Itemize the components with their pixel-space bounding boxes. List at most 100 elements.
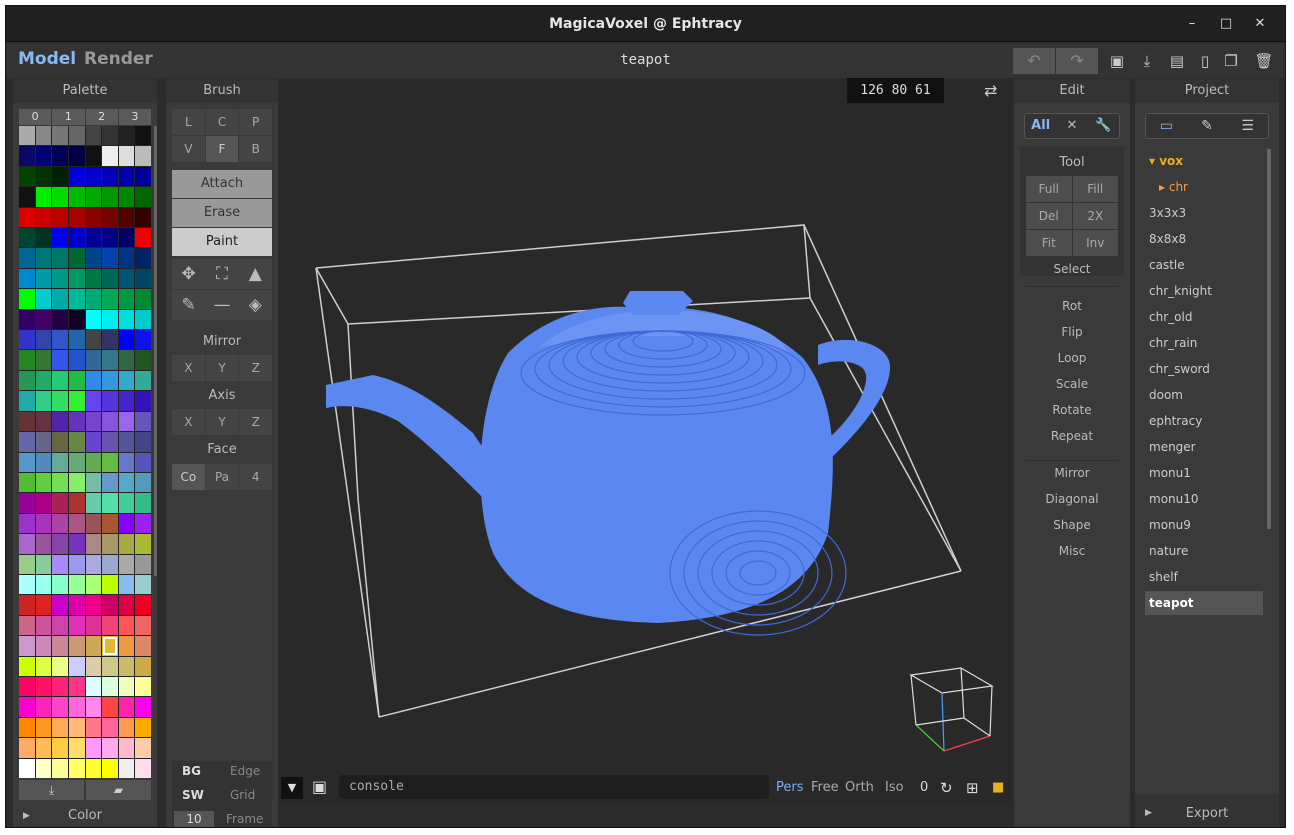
axis-z-button[interactable]: Z	[239, 409, 273, 435]
palette-swatch[interactable]	[52, 391, 68, 411]
palette-swatch[interactable]	[135, 207, 151, 228]
minimize-button[interactable]: –	[1175, 6, 1209, 42]
close-button[interactable]: ✕	[1243, 6, 1277, 42]
palette-swatch[interactable]	[19, 656, 35, 676]
palette-swatch[interactable]	[85, 411, 102, 432]
cube-icon[interactable]: ■	[992, 773, 1004, 803]
palette-swatch[interactable]	[118, 697, 135, 717]
palette-swatch[interactable]	[19, 309, 35, 330]
palette-swatch[interactable]	[135, 656, 151, 676]
palette-swatch[interactable]	[85, 534, 102, 554]
palette-swatch[interactable]	[102, 493, 118, 513]
palette-swatch[interactable]	[68, 289, 85, 309]
palette-swatch[interactable]	[35, 717, 52, 738]
palette-swatch[interactable]	[52, 452, 68, 472]
palette-swatch[interactable]	[35, 452, 52, 472]
export-button[interactable]: Export	[1135, 806, 1279, 821]
palette-swatch[interactable]	[35, 574, 52, 595]
palette-swatch[interactable]	[118, 289, 135, 309]
palette-swatch[interactable]	[19, 411, 35, 432]
palette-swatch[interactable]	[118, 207, 135, 228]
palette-page-3[interactable]: 3	[118, 109, 151, 125]
palette-swatch[interactable]	[68, 554, 85, 574]
palette-swatch[interactable]	[35, 207, 52, 228]
palette-swatch[interactable]	[52, 513, 68, 534]
palette-swatch[interactable]	[85, 350, 102, 370]
palette-swatch[interactable]	[102, 534, 118, 554]
palette-swatch[interactable]	[68, 309, 85, 330]
brush-b-button[interactable]: B	[239, 136, 273, 162]
palette-scrollbar[interactable]	[154, 126, 157, 576]
palette-swatch[interactable]	[68, 146, 85, 166]
palette-swatch[interactable]	[135, 472, 151, 493]
palette-swatch[interactable]	[19, 350, 35, 370]
palette-swatch[interactable]	[52, 595, 68, 615]
line-icon[interactable]: —	[205, 290, 238, 320]
palette-swatch[interactable]	[19, 697, 35, 717]
bg-toggle[interactable]: BG	[182, 764, 201, 778]
palette-swatch[interactable]	[35, 513, 52, 534]
palette-swatch[interactable]	[85, 289, 102, 309]
palette-swatch[interactable]	[85, 126, 102, 146]
palette-swatch[interactable]	[19, 493, 35, 513]
palette-swatch[interactable]	[52, 350, 68, 370]
palette-page-1[interactable]: 1	[52, 109, 85, 125]
palette-swatch[interactable]	[52, 126, 68, 146]
palette-swatch[interactable]	[102, 574, 118, 595]
palette-swatch[interactable]	[135, 513, 151, 534]
palette-swatch[interactable]	[52, 758, 68, 778]
camera-icon[interactable]: ▣	[312, 777, 327, 796]
palette-swatch[interactable]	[68, 411, 85, 432]
palette-page-0[interactable]: 0	[19, 109, 52, 125]
palette-swatch[interactable]	[52, 493, 68, 513]
palette-swatch[interactable]	[68, 330, 85, 350]
palette-swatch[interactable]	[85, 676, 102, 697]
palette-swatch[interactable]	[135, 554, 151, 574]
palette-swatch[interactable]	[135, 432, 151, 452]
palette-swatch[interactable]	[102, 268, 118, 289]
palette-swatch[interactable]	[19, 452, 35, 472]
palette-swatch[interactable]	[68, 615, 85, 636]
palette-swatch[interactable]	[135, 758, 151, 778]
project-item[interactable]: shelf	[1145, 565, 1263, 589]
palette-swatch[interactable]	[135, 493, 151, 513]
attach-button[interactable]: Attach	[172, 170, 272, 198]
palette-swatch[interactable]	[118, 268, 135, 289]
palette-swatch[interactable]	[118, 248, 135, 268]
palette-swatch[interactable]	[68, 656, 85, 676]
grid-toggle[interactable]: Grid	[230, 788, 255, 802]
palette-swatch[interactable]	[35, 330, 52, 350]
project-scrollbar[interactable]	[1267, 149, 1271, 529]
palette-swatch[interactable]	[68, 391, 85, 411]
palette-swatch[interactable]	[135, 187, 151, 207]
palette-swatch[interactable]	[19, 289, 35, 309]
palette-swatch[interactable]	[52, 146, 68, 166]
palette-swatch[interactable]	[118, 595, 135, 615]
palette-swatch[interactable]	[118, 228, 135, 248]
palette-swatch[interactable]	[118, 717, 135, 738]
palette-swatch[interactable]	[85, 207, 102, 228]
palette-swatch[interactable]	[135, 676, 151, 697]
palette-swatch[interactable]	[19, 472, 35, 493]
list-tab-icon[interactable]: ☰	[1227, 114, 1268, 138]
palette-swatch[interactable]	[85, 472, 102, 493]
palette-swatch[interactable]	[52, 370, 68, 391]
palette-swatch[interactable]	[68, 432, 85, 452]
palette-swatch[interactable]	[102, 146, 118, 166]
palette-swatch[interactable]	[68, 126, 85, 146]
palette-swatch[interactable]	[85, 738, 102, 758]
palette-swatch[interactable]	[68, 758, 85, 778]
palette-swatch[interactable]	[102, 309, 118, 330]
wrench-icon[interactable]: 🔧	[1088, 114, 1119, 138]
palette-swatch[interactable]	[118, 432, 135, 452]
inv-button[interactable]: Inv	[1072, 230, 1118, 256]
edit-op-2-button[interactable]: Loop	[1014, 351, 1130, 365]
palette-swatch[interactable]	[19, 676, 35, 697]
palette-swatch[interactable]	[118, 615, 135, 636]
palette-swatch[interactable]	[85, 187, 102, 207]
palette-swatch[interactable]	[35, 697, 52, 717]
import-icon[interactable]: ⤓	[1135, 49, 1159, 73]
palette-swatch[interactable]	[135, 228, 151, 248]
project-item[interactable]: chr_rain	[1145, 331, 1263, 355]
palette-swatch[interactable]	[35, 432, 52, 452]
